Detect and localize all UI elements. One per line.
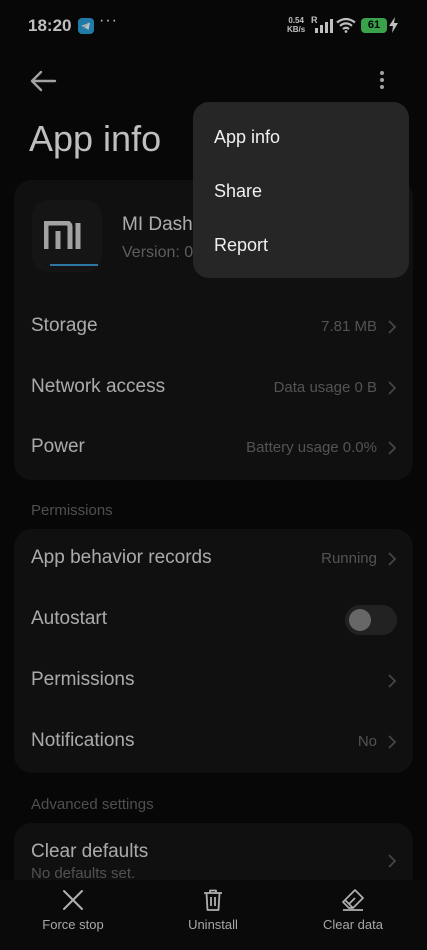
bottom-action-bar: Force stop Uninstall Clear data xyxy=(0,880,427,950)
screen: 18:20 ··· 0.54 KB/s R 61 App info MI Das… xyxy=(0,0,427,950)
menu-item-app-info[interactable]: App info xyxy=(214,127,280,148)
overflow-menu: App info Share Report xyxy=(193,102,409,278)
menu-item-share[interactable]: Share xyxy=(214,181,262,202)
clear-data-button[interactable]: Clear data xyxy=(303,880,403,950)
uninstall-label: Uninstall xyxy=(188,917,238,932)
eraser-icon xyxy=(342,889,364,911)
close-icon xyxy=(63,890,83,910)
menu-item-report[interactable]: Report xyxy=(214,235,268,256)
force-stop-button[interactable]: Force stop xyxy=(23,880,123,950)
force-stop-label: Force stop xyxy=(42,917,104,932)
uninstall-button[interactable]: Uninstall xyxy=(163,880,263,950)
trash-icon xyxy=(204,889,222,911)
clear-data-label: Clear data xyxy=(323,917,383,932)
